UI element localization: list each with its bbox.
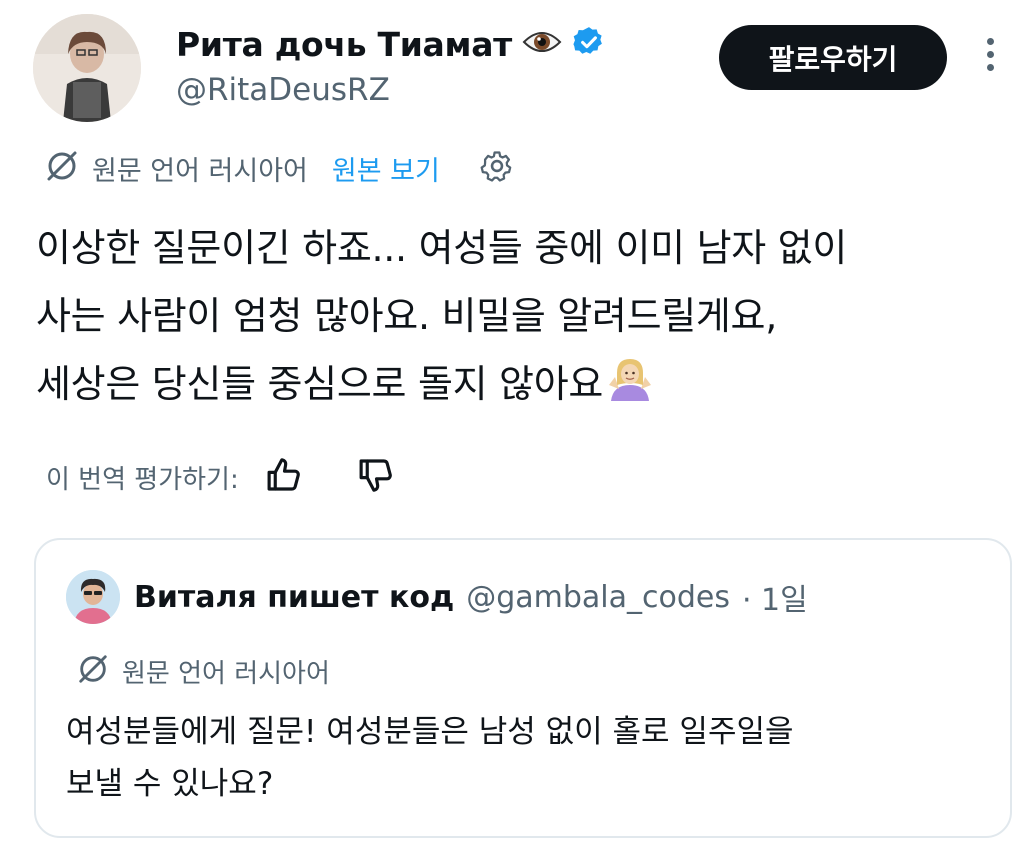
author-display-name[interactable]: Рита дочь Тиамат: [176, 25, 512, 64]
quoted-handle[interactable]: @gambala_codes: [466, 580, 730, 615]
quoted-timestamp[interactable]: · 1일: [742, 575, 808, 619]
translate-off-icon: [44, 148, 80, 188]
author-handle[interactable]: @RitaDeusRZ: [176, 72, 390, 108]
quoted-avatar-image: [66, 570, 120, 624]
quoted-tweet-text: 여성분들에게 질문! 여성분들은 남성 없이 홀로 일주일을 보낼 수 있나요?: [66, 714, 794, 802]
show-original-link[interactable]: 원본 보기: [332, 149, 440, 188]
author-avatar[interactable]: [33, 14, 141, 122]
rate-translation-row: 이 번역 평가하기:: [46, 452, 397, 502]
quoted-author-row[interactable]: Виталя пишет код @gambala_codes · 1일: [134, 574, 808, 620]
author-name-row[interactable]: Рита дочь Тиамат: [176, 20, 606, 68]
translation-row: 원문 언어 러시아어 원본 보기: [44, 146, 514, 190]
translate-off-icon: [76, 652, 110, 690]
tweet-body: 이상한 질문이긴 하죠... 여성들 중에 이미 남자 없이 사는 사람이 엄청…: [36, 226, 847, 406]
follow-button[interactable]: 팔로우하기: [719, 25, 947, 90]
original-language-label: 원문 언어 러시아어: [92, 155, 308, 187]
thumbs-up-icon[interactable]: [263, 454, 305, 500]
eye-emoji-icon: [522, 28, 562, 60]
quoted-author-avatar[interactable]: [66, 570, 120, 624]
tweet-text: 이상한 질문이긴 하죠... 여성들 중에 이미 남자 없이 사는 사람이 엄청…: [36, 214, 1011, 426]
gear-icon[interactable]: [480, 149, 514, 187]
quoted-display-name[interactable]: Виталя пишет код: [134, 580, 454, 615]
more-vertical-icon[interactable]: [978, 38, 1002, 78]
rate-translation-label: 이 번역 평가하기:: [46, 464, 239, 495]
verified-badge-icon: [572, 25, 606, 63]
avatar-image: [33, 14, 141, 122]
quoted-translation-row: 원문 언어 러시아어: [76, 650, 330, 692]
thumbs-down-icon[interactable]: [355, 454, 397, 500]
quoted-original-language-label: 원문 언어 러시아어: [122, 658, 330, 689]
person-shrugging-emoji-icon: [605, 355, 655, 426]
